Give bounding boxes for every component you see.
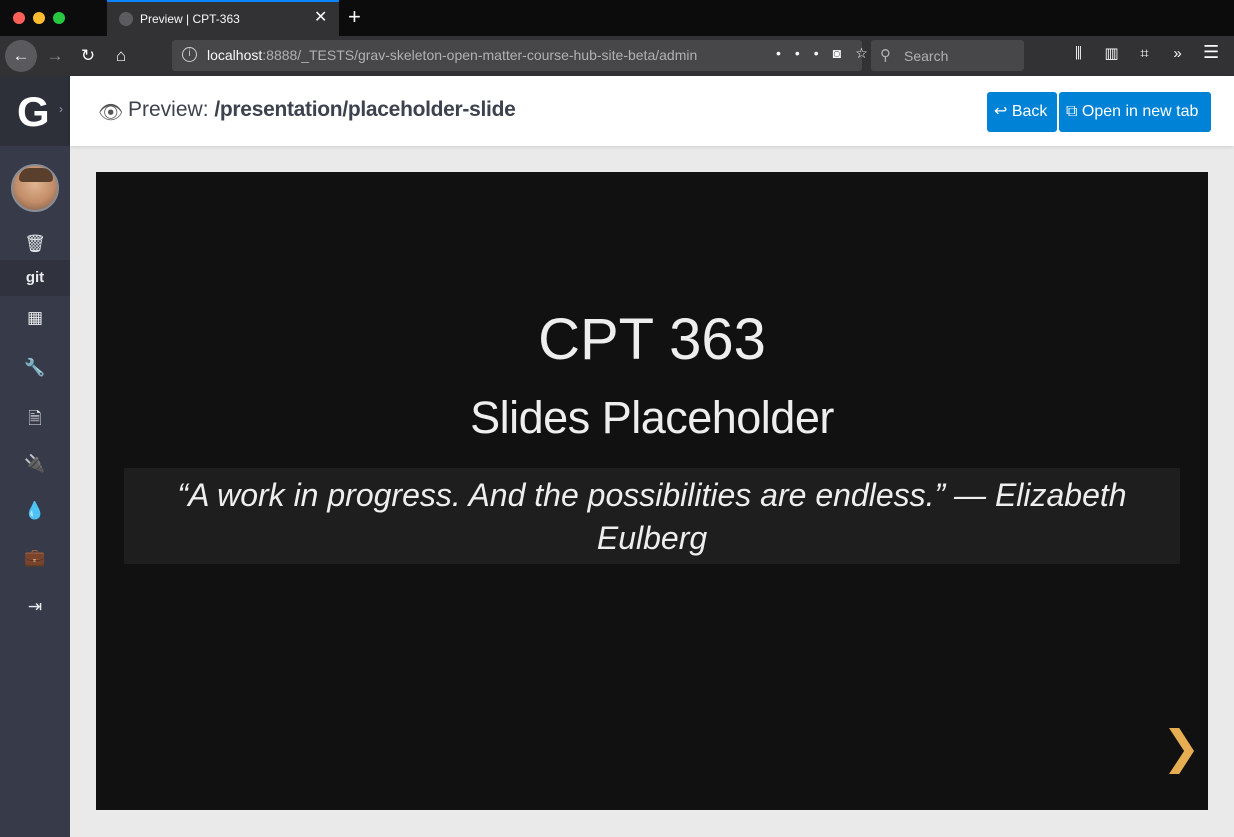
new-tab-icon[interactable]: + [348,5,361,29]
library-icon[interactable]: ⫼ [1062,45,1095,62]
open-in-new-tab-button[interactable]: ⧉ Open in new tab [1059,92,1211,132]
url-path: :8888/_TESTS/grav-skeleton-open-matter-c… [262,47,698,63]
next-slide-chevron-icon[interactable]: ❯ [1162,722,1202,772]
search-bar[interactable]: ⚲ Search [871,40,1024,71]
pocket-icon[interactable]: ◙ [833,45,855,61]
reply-icon: ↩ [994,103,1008,120]
tab-close-icon[interactable]: ✕ [314,9,327,27]
site-info-icon[interactable]: i [182,47,197,62]
reload-icon[interactable]: ↻ [73,41,103,71]
preview-path: /presentation/placeholder-slide [214,98,516,121]
grav-favicon-icon [119,12,133,26]
url-actions: •••◙☆ [776,45,882,62]
home-icon[interactable]: ⌂ [106,41,136,71]
logout-icon[interactable]: ⇥ [0,597,70,617]
external-link-icon: ⧉ [1066,103,1078,120]
admin-sidebar: G › 🗑 git ▦ 🔧 🗎 🔌 💧 💼 ⇥ [0,76,70,837]
slide-subtitle: Slides Placeholder [470,392,834,443]
browser-toolbar: ← → ↻ ⌂ i localhost:8888/_TESTS/grav-ske… [0,36,1234,76]
back-label: Back [1011,103,1048,120]
browser-tab[interactable]: Preview | CPT-363 ✕ [107,0,339,36]
configuration-icon[interactable]: 🔧 [0,358,70,378]
search-placeholder: Search [904,48,949,64]
git-icon[interactable]: git [0,269,70,286]
grav-logo[interactable]: G › [0,76,70,146]
tools-icon[interactable]: 💼 [0,548,70,568]
close-window-button[interactable] [13,12,25,24]
overflow-chevron-icon[interactable]: » [1161,45,1194,62]
themes-icon[interactable]: 💧 [0,501,70,521]
main-content: 👁 Preview: /presentation/placeholder-sli… [70,76,1234,837]
quote-text: “A work in progress. And the possibiliti… [177,477,1127,556]
screenshot-icon[interactable]: ⌗ [1128,45,1161,62]
dashboard-icon[interactable]: ▦ [0,308,70,328]
minimize-window-button[interactable] [33,12,45,24]
page-actions-icon[interactable]: ••• [776,45,833,61]
hamburger-menu-icon[interactable]: ☰ [1203,42,1219,63]
eye-icon: 👁 [98,102,124,124]
toolbar-icons: ⫼ ▥ ⌗» [1062,44,1194,62]
url-bar[interactable]: i localhost:8888/_TESTS/grav-skeleton-op… [172,40,868,71]
tab-title: Preview | CPT-363 [140,12,240,26]
open-new-tab-label: Open in new tab [1081,103,1199,120]
url-text[interactable]: localhost:8888/_TESTS/grav-skeleton-open… [207,47,737,63]
browser-forward-icon[interactable]: → [40,41,70,71]
slide-title: CPT 363 [538,307,766,372]
grav-logo-icon: G [17,88,50,135]
plugins-icon[interactable]: 🔌 [0,454,70,474]
maximize-window-button[interactable] [53,12,65,24]
browser-back-icon[interactable]: ← [5,40,37,72]
browser-titlebar: Preview | CPT-363 ✕ + [0,0,1234,36]
quote-block: “A work in progress. And the possibiliti… [124,468,1180,564]
trash-icon[interactable]: 🗑 [0,234,70,254]
preview-prefix: Preview: [128,98,209,121]
user-avatar[interactable] [11,164,59,212]
expand-sidebar-icon[interactable]: › [59,102,63,116]
back-button[interactable]: ↩ Back [987,92,1057,132]
search-icon: ⚲ [880,47,891,64]
page-title: Preview: /presentation/placeholder-slide [128,98,516,122]
slide-preview[interactable]: CPT 363 Slides Placeholder “A work in pr… [96,172,1208,810]
preview-header: 👁 Preview: /presentation/placeholder-sli… [70,76,1234,146]
url-host: localhost [207,47,263,63]
pages-icon[interactable]: 🗎 [0,406,70,435]
sidebar-toggle-icon[interactable]: ▥ [1095,44,1128,62]
